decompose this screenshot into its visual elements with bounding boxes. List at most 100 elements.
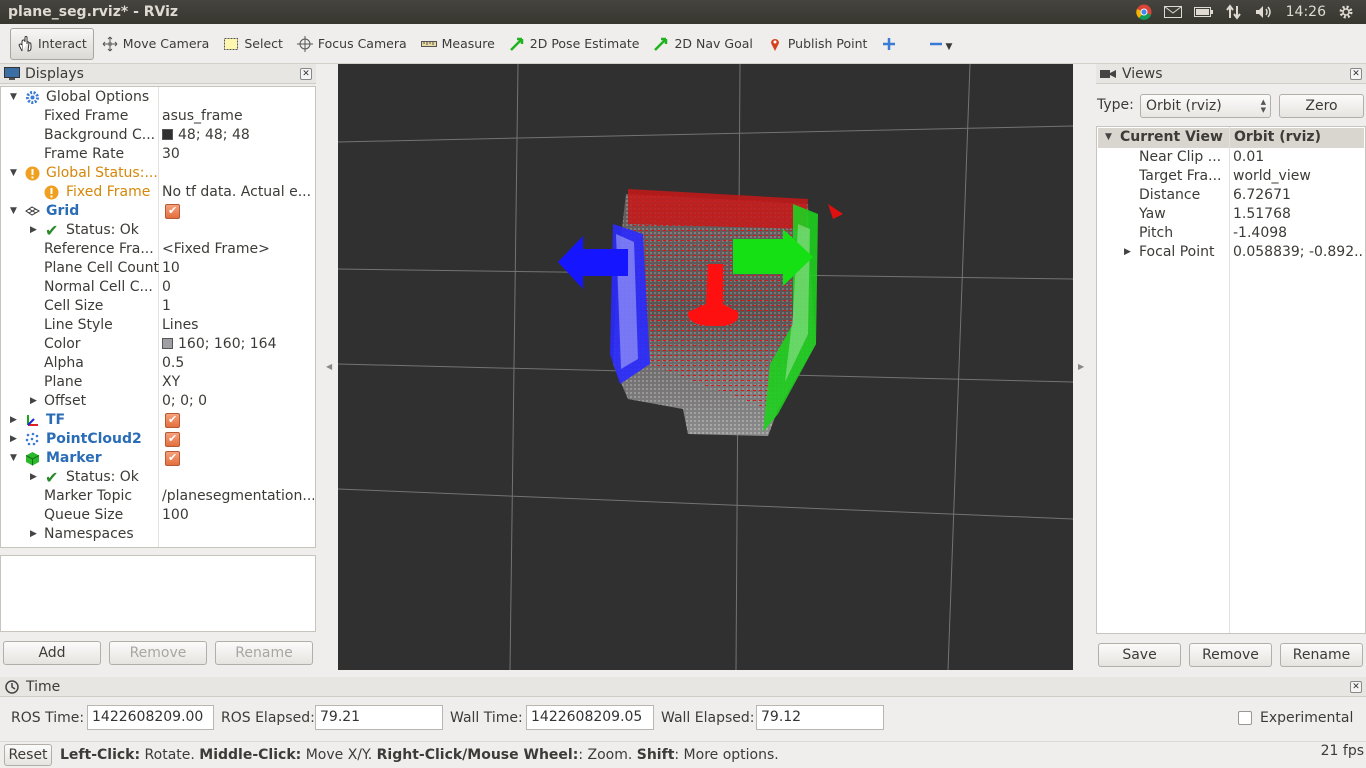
tree-row-frame-rate[interactable]: Frame Rate 30 [1,145,315,164]
view-row-focal-point[interactable]: ▶ Focal Point 0.058839; -0.892... [1097,243,1365,262]
tree-row-cell-size[interactable]: Cell Size 1 [1,297,315,316]
network-icon[interactable] [1225,4,1242,20]
zero-button[interactable]: Zero [1279,94,1364,118]
tree-row-queue-size[interactable]: Queue Size 100 [1,506,315,525]
add-tool-button[interactable] [875,28,908,60]
marker-enabled-checkbox[interactable] [165,451,180,466]
move-camera-tool-button[interactable]: Move Camera [96,28,216,60]
focus-camera-tool-button[interactable]: Focus Camera [291,28,413,60]
checkmark-icon: ✔ [45,221,59,240]
grid-enabled-checkbox[interactable] [165,204,180,219]
view-row-yaw[interactable]: Yaw 1.51768 [1097,205,1365,224]
tree-row-pointcloud2[interactable]: ▶ PointCloud2 [1,430,315,449]
tree-row-fixed-frame[interactable]: Fixed Frame asus_frame [1,107,315,126]
tree-row-normal-cell-count[interactable]: Normal Cell C... 0 [1,278,315,297]
tree-row-offset[interactable]: ▶ Offset 0; 0; 0 [1,392,315,411]
settings-gear-icon[interactable] [1338,4,1354,20]
views-tree: ▼ Current View Orbit (rviz) Near Clip ..… [1096,126,1366,634]
remove-display-button[interactable]: Remove [109,641,207,665]
view-row-target-frame[interactable]: Target Fra... world_view [1097,167,1365,186]
current-view-row[interactable]: ▼ Current View Orbit (rviz) [1098,128,1364,148]
camera-icon [1100,68,1116,80]
minus-icon [928,36,944,52]
views-panel-header: Views ✕ [1096,64,1366,84]
interact-tool-button[interactable]: Interact [10,27,94,60]
scene-render[interactable] [338,64,1073,670]
wall-elapsed-field[interactable]: 79.12 [756,705,884,730]
clock[interactable]: 14:26 [1286,4,1326,20]
tree-row-marker-topic[interactable]: Marker Topic /planesegmentation... [1,487,315,506]
rename-view-button[interactable]: Rename [1280,643,1363,667]
add-display-button[interactable]: Add [3,641,101,665]
tree-row-background-color[interactable]: Background C... 48; 48; 48 [1,126,315,145]
experimental-checkbox[interactable] [1238,711,1252,725]
color-swatch [162,129,173,140]
status-bar: Reset Left-Click: Rotate. Middle-Click: … [0,741,1366,768]
tool-bar: Interact Move Camera Select Focus Camera… [0,24,1366,64]
chevron-down-icon: ▼ [945,41,953,52]
pointcloud2-enabled-checkbox[interactable] [165,432,180,447]
splitter-collapse-right-icon[interactable]: ▶ [1078,362,1084,371]
reset-button[interactable]: Reset [4,744,52,766]
select-box-icon [223,36,239,52]
view-type-label: Type: [1097,97,1134,113]
view-row-near-clip[interactable]: Near Clip ... 0.01 [1097,148,1365,167]
checkmark-icon: ✔ [45,468,59,487]
remove-view-button[interactable]: Remove [1189,643,1272,667]
tree-row-marker[interactable]: ▼ Marker [1,449,315,468]
ros-time-field[interactable]: 1422608209.00 [87,705,214,730]
tree-row-color[interactable]: Color 160; 160; 164 [1,335,315,354]
render-viewport[interactable] [338,64,1073,670]
close-icon[interactable]: ✕ [1350,681,1362,693]
ros-elapsed-field[interactable]: 79.21 [315,705,443,730]
fps-readout: 21 fps [1320,743,1364,759]
spinner-arrows-icon: ▲ ▼ [1260,98,1266,114]
tree-row-global-options[interactable]: ▼ Global Options [1,88,315,107]
tree-row-grid[interactable]: ▼ Grid [1,202,315,222]
tree-row-namespaces[interactable]: ▶ Namespaces [1,525,315,544]
plus-icon [881,36,897,52]
tree-row-status-fixed-frame[interactable]: Fixed Frame No tf data. Actual e... [1,183,315,202]
wall-time-field[interactable]: 1422608209.05 [526,705,654,730]
rename-display-button[interactable]: Rename [215,641,313,665]
clock-icon [5,679,19,694]
map-pin-icon [767,36,783,52]
save-view-button[interactable]: Save [1098,643,1181,667]
tree-row-plane[interactable]: Plane XY [1,373,315,392]
measure-tool-button[interactable]: Measure [415,28,501,60]
grid-icon [25,205,41,222]
mail-icon[interactable] [1163,6,1182,18]
volume-icon[interactable] [1254,4,1274,20]
tree-row-marker-status[interactable]: ▶ ✔ Status: Ok [1,468,315,487]
monitor-icon [4,66,20,81]
tree-row-plane-cell-count[interactable]: Plane Cell Count 10 [1,259,315,278]
splitter-collapse-left-icon[interactable]: ◀ [326,362,332,371]
property-description-box [0,555,316,632]
tree-row-tf[interactable]: ▶ TF [1,411,315,430]
displays-title: Displays [25,65,84,82]
tree-row-alpha[interactable]: Alpha 0.5 [1,354,315,373]
green-arrow-icon [653,36,669,52]
tree-row-line-style[interactable]: Line Style Lines [1,316,315,335]
battery-icon[interactable] [1193,6,1214,18]
2d-nav-goal-tool-button[interactable]: 2D Nav Goal [647,28,758,60]
select-tool-button[interactable]: Select [217,28,289,60]
displays-panel-header: Displays ✕ [0,64,316,84]
green-arrow-icon [509,36,525,52]
view-type-select[interactable]: Orbit (rviz) ▲ ▼ [1140,94,1271,118]
close-icon[interactable]: ✕ [300,68,312,80]
2d-pose-estimate-tool-button[interactable]: 2D Pose Estimate [503,28,646,60]
tree-row-global-status[interactable]: ▼ Global Status:... [1,164,315,183]
view-row-distance[interactable]: Distance 6.72671 [1097,186,1365,205]
displays-tree: ▼ Global Options Fixed Frame asus_frame … [0,86,316,548]
tf-enabled-checkbox[interactable] [165,413,180,428]
publish-point-tool-button[interactable]: Publish Point [761,28,874,60]
close-icon[interactable]: ✕ [1350,68,1362,80]
tree-row-grid-status[interactable]: ▶ ✔ Status: Ok [1,221,315,240]
view-row-pitch[interactable]: Pitch -1.4098 [1097,224,1365,243]
color-swatch [162,338,173,349]
remove-tool-button[interactable]: ▼ [922,28,958,60]
tree-row-reference-frame[interactable]: Reference Fra... <Fixed Frame> [1,240,315,259]
chrome-icon[interactable] [1135,4,1152,20]
move-camera-icon [102,36,118,52]
